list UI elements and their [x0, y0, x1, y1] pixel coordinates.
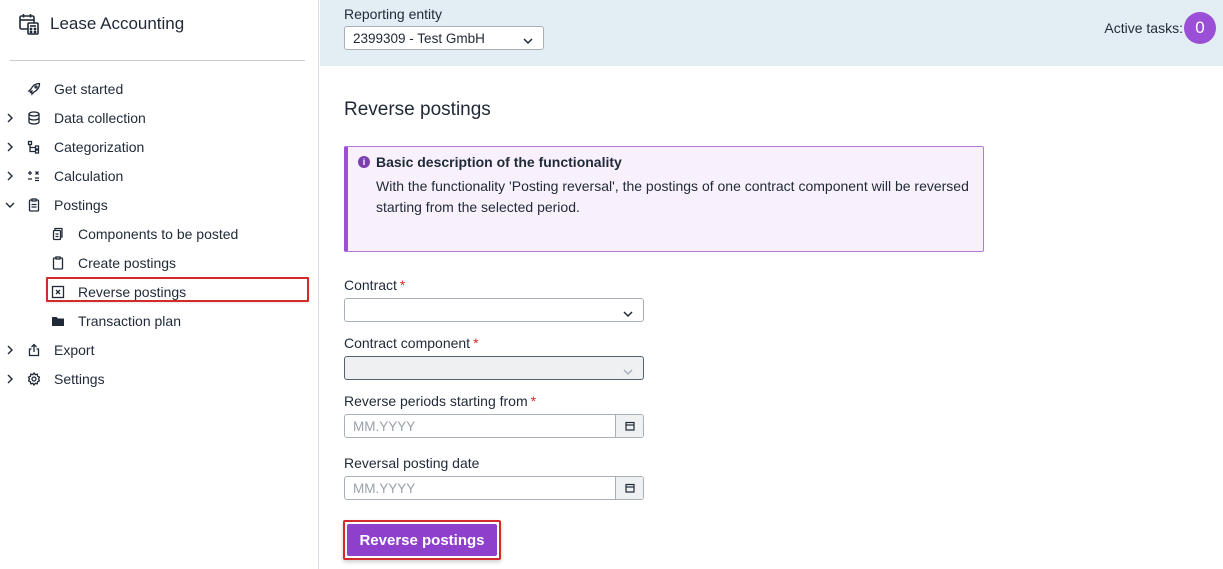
chevron-down-icon [623, 363, 633, 379]
reversal-posting-date-input[interactable]: MM.YYYY [344, 476, 644, 500]
sidebar-item-label: Create postings [78, 254, 177, 271]
reversal-posting-date-label: Reversal posting date [344, 455, 479, 471]
hierarchy-icon [26, 139, 42, 155]
document-stack-icon [50, 226, 66, 242]
reporting-entity-label: Reporting entity [344, 6, 443, 22]
sidebar-item-label: Categorization [54, 138, 145, 155]
reporting-entity-select[interactable]: 2399309 - Test GmbH [344, 26, 544, 50]
sidebar: Lease Accounting Get started Data collec… [0, 0, 319, 569]
chevron-right-icon[interactable] [5, 374, 15, 384]
calendar-icon [624, 421, 635, 431]
calendar-icon [624, 483, 635, 493]
sidebar-item-label: Transaction plan [78, 312, 181, 329]
active-item-highlight [46, 277, 309, 302]
sidebar-item-postings[interactable]: Postings [0, 190, 319, 219]
divider [10, 60, 305, 61]
info-icon: i [358, 156, 370, 168]
reporting-entity-value: 2399309 - Test GmbH [353, 30, 485, 46]
sidebar-item-transaction-plan[interactable]: Transaction plan [0, 306, 319, 335]
contract-label-text: Contract [344, 277, 397, 293]
sidebar-item-get-started[interactable]: Get started [0, 74, 319, 103]
date-placeholder: MM.YYYY [353, 481, 416, 496]
chevron-right-icon[interactable] [5, 142, 15, 152]
sidebar-item-create-postings[interactable]: Create postings [0, 248, 319, 277]
active-tasks-label: Active tasks: [1104, 20, 1183, 36]
info-text: With the functionality 'Posting reversal… [376, 178, 969, 215]
sidebar-item-label: Get started [54, 80, 124, 97]
calendar-calculator-icon [18, 13, 40, 35]
reverse-periods-input[interactable]: MM.YYYY [344, 414, 644, 438]
calendar-button[interactable] [615, 477, 643, 499]
page-title: Reverse postings [344, 99, 491, 120]
contract-label: Contract * [344, 277, 405, 293]
chevron-right-icon[interactable] [5, 171, 15, 181]
required-mark: * [530, 393, 537, 409]
folder-icon [50, 313, 66, 329]
sidebar-item-label: Components to be posted [78, 225, 239, 242]
sidebar-item-label: Calculation [54, 167, 124, 184]
contract-select[interactable] [344, 298, 644, 322]
sidebar-item-label: Settings [54, 370, 105, 387]
calculator-symbols-icon [26, 168, 42, 184]
sidebar-item-label: Data collection [54, 109, 146, 126]
calendar-button[interactable] [615, 415, 643, 437]
sidebar-item-categorization[interactable]: Categorization [0, 132, 319, 161]
contract-component-label: Contract component * [344, 335, 479, 351]
sidebar-item-calculation[interactable]: Calculation [0, 161, 319, 190]
sidebar-item-components-to-be-posted[interactable]: Components to be posted [0, 219, 319, 248]
chevron-right-icon[interactable] [5, 113, 15, 123]
database-icon [26, 110, 42, 126]
required-mark: * [473, 335, 479, 351]
export-icon [26, 342, 42, 358]
active-tasks-badge[interactable]: 0 [1184, 12, 1216, 44]
chevron-down-icon[interactable] [5, 200, 15, 210]
rocket-icon [26, 81, 42, 97]
gear-icon [26, 371, 42, 387]
brand[interactable]: Lease Accounting [18, 10, 184, 38]
reversal-posting-date-label-text: Reversal posting date [344, 455, 480, 471]
required-mark: * [399, 277, 406, 293]
chevron-right-icon[interactable] [5, 345, 15, 355]
sidebar-item-export[interactable]: Export [0, 335, 319, 364]
header: Reporting entity 2399309 - Test GmbH Act… [320, 0, 1223, 66]
clipboard-icon [26, 197, 42, 213]
reverse-periods-label: Reverse periods starting from * [344, 393, 536, 409]
info-title: Basic description of the functionality [376, 154, 622, 170]
info-box: i Basic description of the functionality… [344, 146, 984, 252]
sidebar-item-data-collection[interactable]: Data collection [0, 103, 319, 132]
contract-component-label-text: Contract component [344, 335, 471, 351]
sidebar-item-settings[interactable]: Settings [0, 364, 319, 393]
chevron-down-icon [623, 305, 633, 321]
chevron-down-icon [523, 33, 533, 48]
reverse-periods-label-text: Reverse periods starting from [344, 393, 528, 409]
sidebar-item-label: Export [54, 341, 95, 358]
date-placeholder: MM.YYYY [353, 419, 416, 434]
app-title: Lease Accounting [50, 14, 185, 33]
sidebar-item-label: Postings [54, 196, 108, 213]
contract-component-select[interactable] [344, 356, 644, 380]
submit-highlight: Reverse postings [343, 520, 501, 560]
clipboard-outline-icon [50, 255, 66, 271]
reverse-postings-button[interactable]: Reverse postings [347, 524, 497, 556]
sidebar-nav: Get started Data collection Categorizati… [0, 74, 319, 393]
